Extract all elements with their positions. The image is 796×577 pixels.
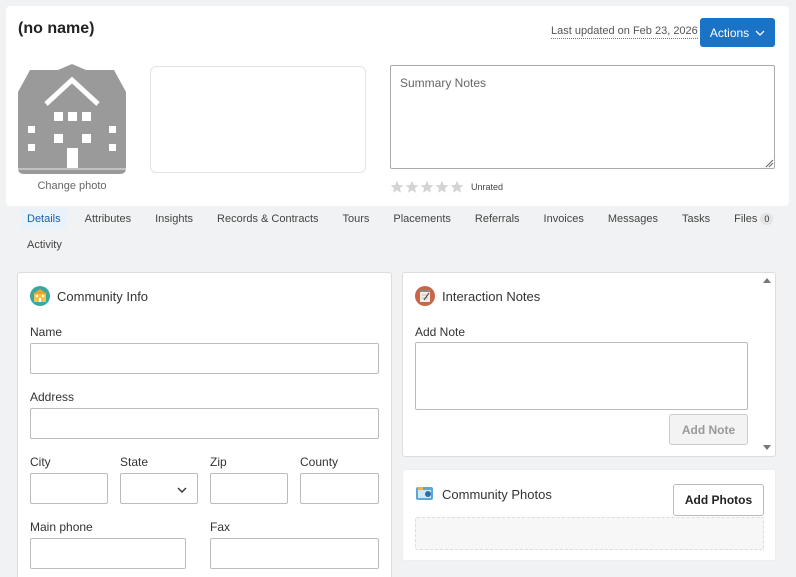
profile-header-card: (no name) Last updated on Feb 23, 2026 A… (6, 6, 789, 206)
tabs-row-2: Activity (6, 232, 789, 258)
rating-stars[interactable] (390, 180, 464, 194)
tab-invoices[interactable]: Invoices (538, 209, 590, 229)
community-photos-title: Community Photos (442, 486, 552, 502)
last-updated-text[interactable]: Last updated on Feb 23, 2026 (551, 25, 698, 39)
rating-label: Unrated (471, 182, 504, 192)
name-label: Name (30, 325, 63, 339)
star-icon[interactable] (405, 180, 419, 194)
main-phone-label: Main phone (30, 520, 93, 534)
city-input[interactable] (30, 473, 108, 504)
tab-insights[interactable]: Insights (149, 209, 199, 229)
community-photos-panel: Community Photos Add Photos (402, 469, 776, 561)
address-input[interactable] (30, 408, 379, 439)
tab-label: Invoices (543, 213, 584, 225)
tab-tours[interactable]: Tours (337, 209, 376, 229)
tab-label: Referrals (474, 213, 520, 225)
actions-button-label: Actions (709, 25, 750, 40)
address-label: Address (30, 390, 75, 404)
tab-label: Attributes (84, 213, 132, 225)
main-phone-input[interactable] (30, 538, 186, 569)
chevron-down-icon (755, 30, 765, 36)
community-photos-header: Community Photos (415, 484, 552, 504)
add-photos-button[interactable]: Add Photos (673, 484, 764, 516)
tabs-row-1: Details Attributes Insights Records & Contr… (6, 206, 789, 232)
house-icon[interactable] (18, 64, 126, 174)
fax-input[interactable] (210, 538, 379, 569)
county-input[interactable] (300, 473, 379, 504)
tab-referrals[interactable]: Referrals (469, 209, 526, 229)
interaction-notes-header: Interaction Notes (415, 286, 540, 306)
chevron-down-icon (177, 487, 187, 493)
tab-label: Insights (155, 213, 194, 225)
interaction-notes-panel: Interaction Notes Add Note Add Note (402, 272, 776, 457)
photos-drop-zone[interactable] (415, 517, 764, 550)
notepad-icon (415, 286, 435, 306)
state-select[interactable] (120, 473, 198, 504)
tab-files[interactable]: Files 0 (728, 209, 779, 229)
tab-records-contracts[interactable]: Records & Contracts (211, 209, 324, 229)
star-icon[interactable] (450, 180, 464, 194)
tab-label: Activity (27, 239, 62, 251)
zip-input[interactable] (210, 473, 288, 504)
actions-button[interactable]: Actions (700, 18, 775, 47)
star-icon[interactable] (435, 180, 449, 194)
fax-label: Fax (210, 520, 231, 534)
community-info-header: Community Info (30, 286, 148, 306)
resize-grip-icon[interactable] (764, 158, 774, 168)
tab-tasks[interactable]: Tasks (676, 209, 716, 229)
tab-label: Records & Contracts (217, 213, 319, 225)
note-input[interactable] (415, 342, 748, 410)
tab-label: Files (734, 213, 758, 225)
add-note-button[interactable]: Add Note (669, 414, 748, 445)
community-info-title: Community Info (57, 288, 149, 304)
tab-details[interactable]: Details (21, 209, 67, 229)
zip-label: Zip (210, 455, 227, 469)
tab-placements[interactable]: Placements (387, 209, 456, 229)
tab-activity[interactable]: Activity (21, 235, 68, 255)
page-title: (no name) (18, 20, 95, 37)
community-icon (30, 286, 50, 306)
scroll-up-icon[interactable] (763, 277, 771, 285)
tab-label: Placements (393, 213, 451, 225)
scroll-down-icon[interactable] (763, 443, 771, 451)
tab-label: Details (27, 213, 61, 225)
photos-icon (416, 487, 433, 500)
interaction-notes-title: Interaction Notes (442, 288, 541, 304)
photo-placeholder (150, 66, 366, 173)
city-label: City (30, 455, 51, 469)
tab-bar: Details Attributes Insights Records & Contr… (6, 206, 789, 258)
name-input[interactable] (30, 343, 379, 374)
tab-attributes[interactable]: Attributes (79, 209, 137, 229)
tab-label: Tours (342, 213, 370, 225)
star-icon[interactable] (390, 180, 404, 194)
add-note-label: Add Note (415, 325, 466, 339)
star-icon[interactable] (420, 180, 434, 194)
summary-notes-input[interactable] (390, 65, 775, 169)
county-label: County (300, 455, 339, 469)
community-info-panel: Community Info Name Address City State Z… (17, 272, 392, 577)
state-label: State (120, 455, 149, 469)
tab-count-badge: 0 (760, 213, 774, 225)
tab-label: Tasks (682, 213, 711, 225)
tab-label: Messages (607, 213, 659, 225)
tab-messages[interactable]: Messages (602, 209, 664, 229)
change-photo-link[interactable]: Change photo (18, 180, 126, 192)
